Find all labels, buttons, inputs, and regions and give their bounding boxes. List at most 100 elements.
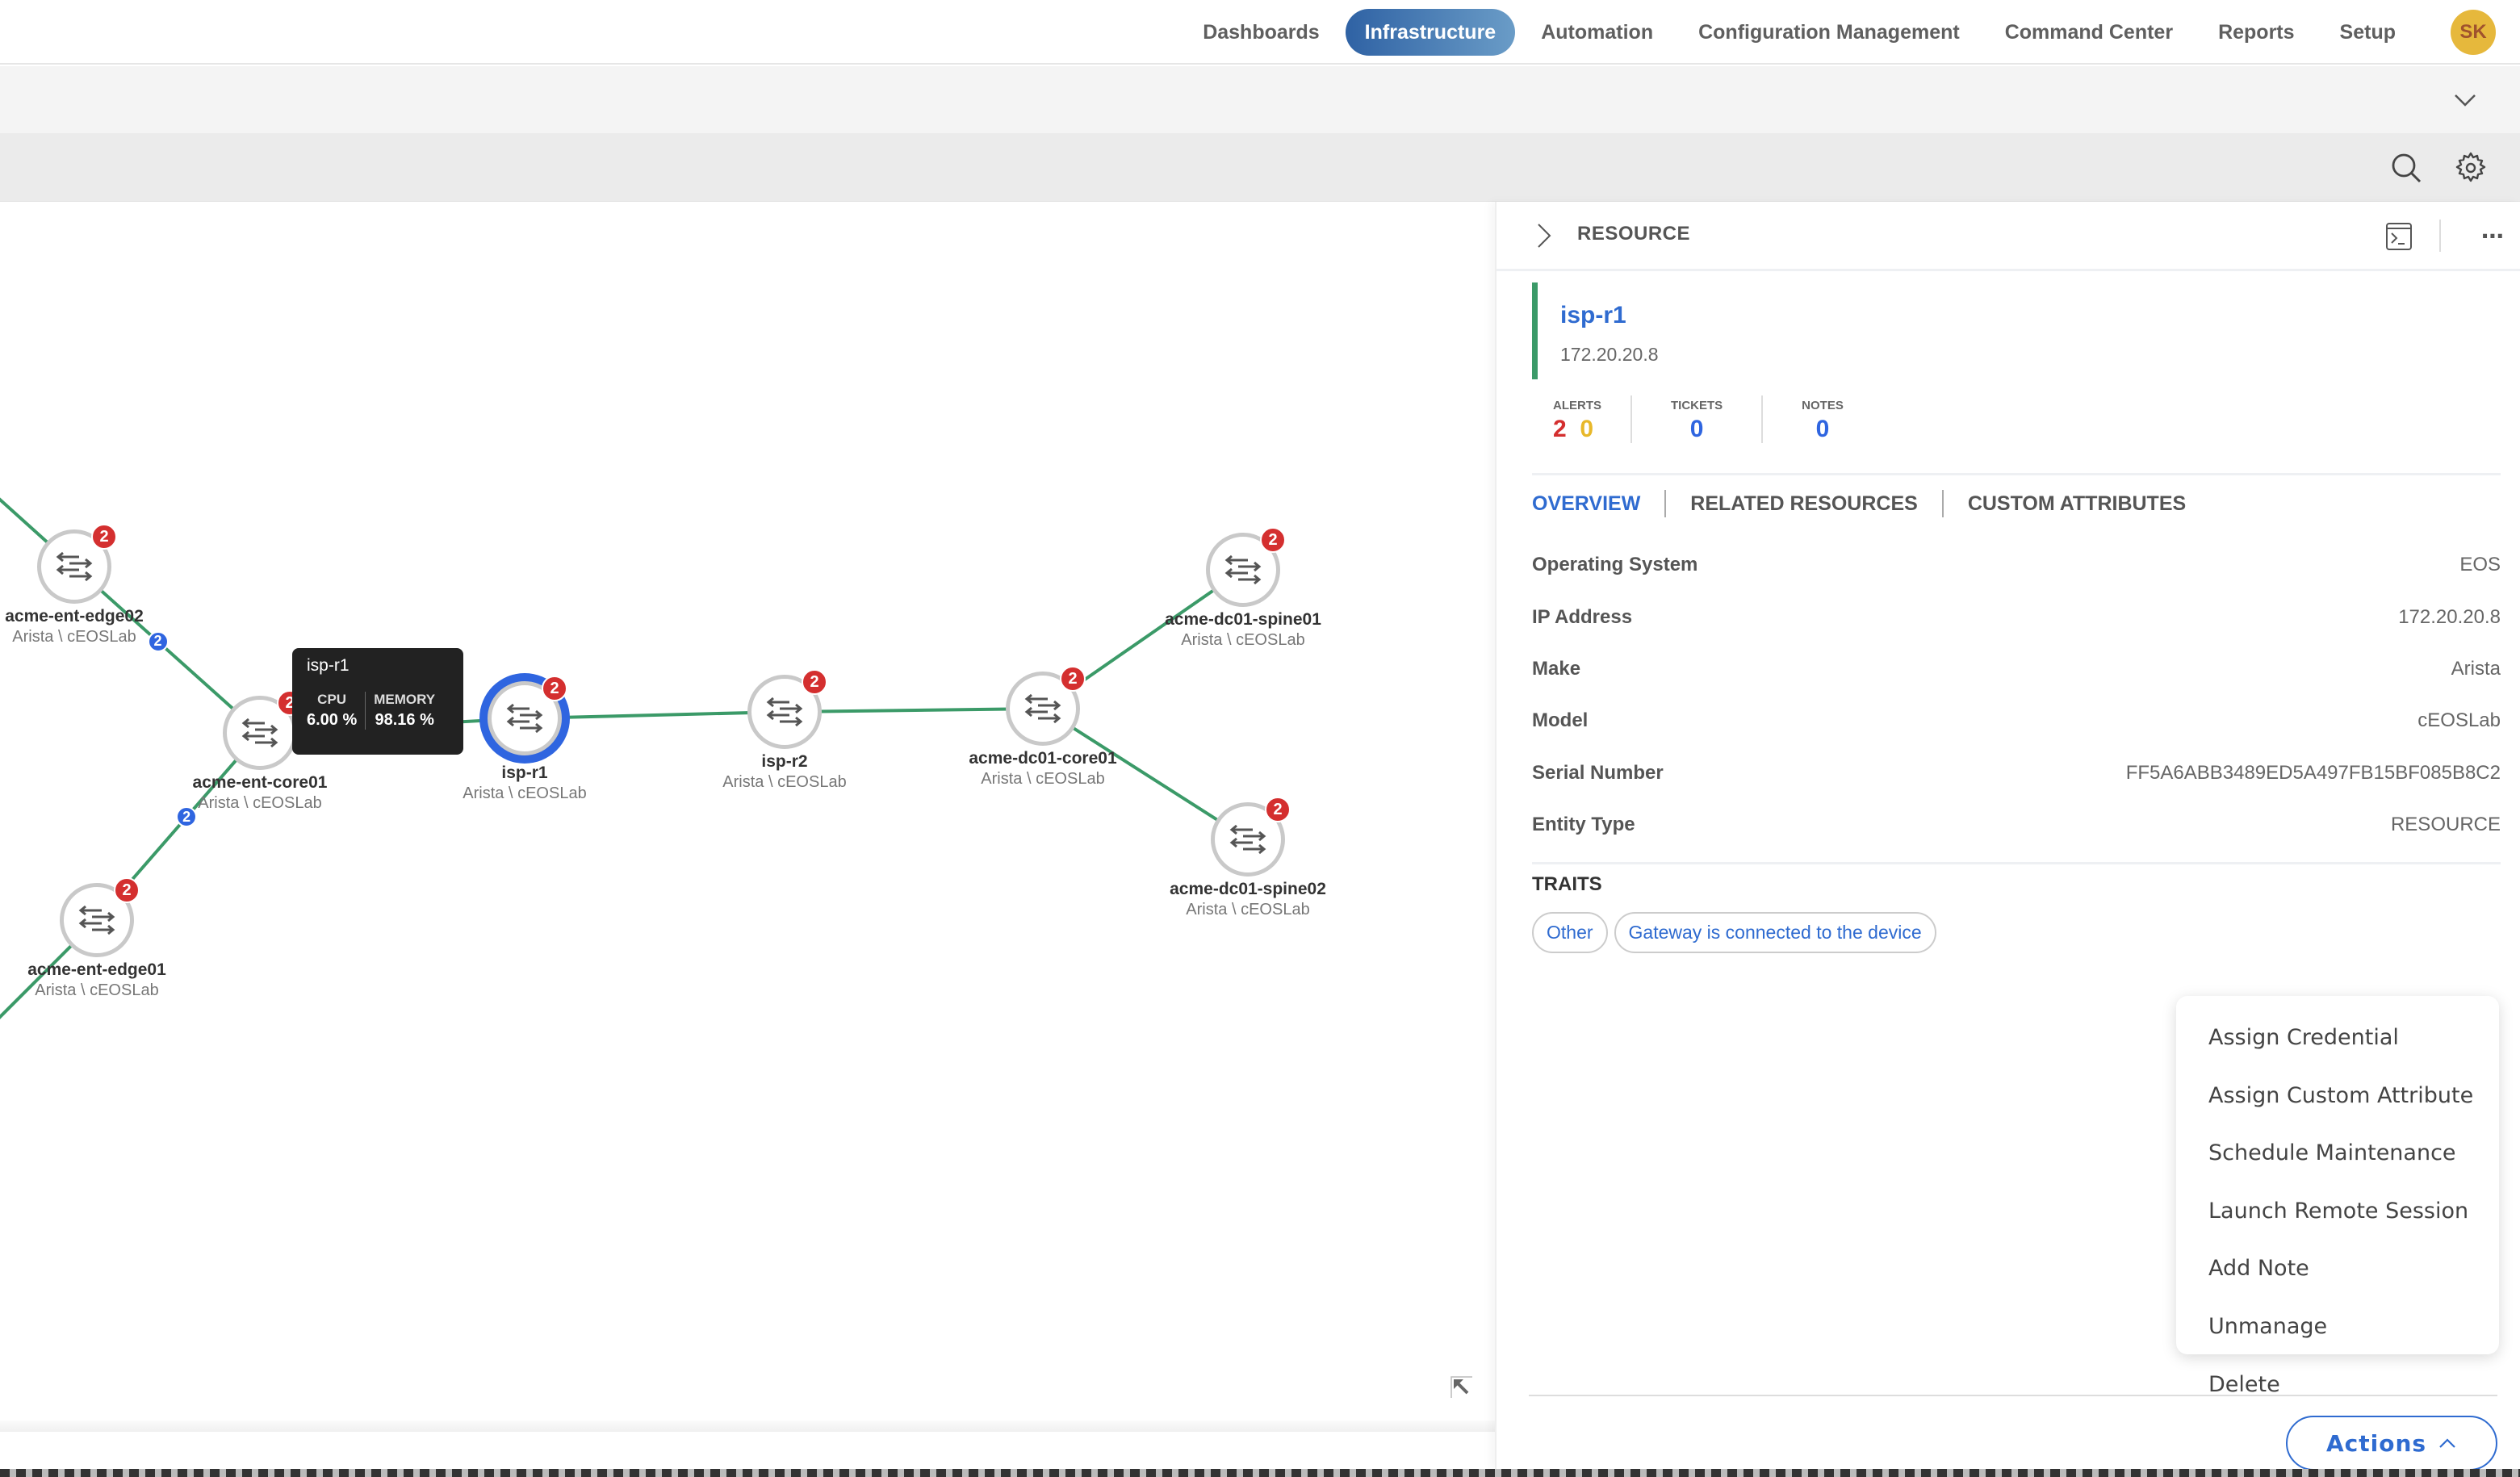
search-icon[interactable] <box>2389 151 2423 185</box>
node-vendor-model: Arista \ cEOSLab <box>722 773 847 791</box>
divider <box>1532 473 2501 475</box>
link-count-badge[interactable]: 2 <box>147 630 169 652</box>
panel-title: RESOURCE <box>1577 223 1691 245</box>
nav-dashboards[interactable]: Dashboards <box>1183 9 1338 56</box>
switch-icon <box>1024 693 1061 724</box>
bottom-border <box>0 1469 2520 1477</box>
terminal-icon[interactable] <box>2384 221 2413 252</box>
menu-item-assign-credential[interactable]: Assign Credential <box>2176 1009 2499 1067</box>
alert-count-badge: 2 <box>1265 797 1291 822</box>
notes-count: 0 <box>1815 416 1830 442</box>
topology-node-isp-r2[interactable]: 2 <box>747 669 827 749</box>
panel-tabs: OVERVIEW RELATED RESOURCES CUSTOM ATTRIB… <box>1532 487 2210 520</box>
topology-node-acme-dc01-core01[interactable]: 2 <box>1006 666 1086 746</box>
tooltip-title: isp-r1 <box>307 656 350 675</box>
property-key: Make <box>1532 657 1581 680</box>
tooltip-memory-value: 98.16 % <box>375 711 434 729</box>
menu-item-launch-remote-session[interactable]: Launch Remote Session <box>2176 1182 2499 1241</box>
node-label[interactable]: acme-ent-edge02 Arista \ cEOSLab <box>5 607 144 646</box>
topology-node-acme-ent-core01[interactable]: 2 <box>223 690 303 770</box>
alert-count-badge: 2 <box>1260 527 1286 553</box>
alert-count-badge: 2 <box>1060 666 1086 692</box>
menu-item-add-note[interactable]: Add Note <box>2176 1240 2499 1298</box>
topology-link[interactable] <box>524 710 785 720</box>
node-name: acme-ent-edge01 <box>27 960 166 979</box>
panel-header: RESOURCE ⋯ <box>1497 202 2520 271</box>
gear-icon[interactable] <box>2454 151 2488 185</box>
property-value: FF5A6ABB3489ED5A497FB15BF085B8C2 <box>2125 761 2501 784</box>
node-vendor-model: Arista \ cEOSLab <box>12 628 136 646</box>
nav-setup[interactable]: Setup <box>2321 9 2415 56</box>
node-tooltip: isp-r1 CPU 6.00 % MEMORY 98.16 % <box>292 648 463 755</box>
property-value: cEOSLab <box>2417 709 2501 732</box>
property-key: IP Address <box>1532 605 1633 628</box>
menu-item-delete[interactable]: Delete <box>2176 1356 2499 1414</box>
node-name: isp-r1 <box>501 764 548 782</box>
nav-command-center[interactable]: Command Center <box>1986 9 2192 56</box>
chevron-down-icon[interactable] <box>2449 84 2481 116</box>
switch-icon <box>56 551 93 582</box>
switch-icon <box>1224 554 1262 585</box>
node-name: acme-dc01-spine02 <box>1170 880 1326 898</box>
trait-chip[interactable]: Other <box>1532 912 1608 953</box>
nav-reports[interactable]: Reports <box>2199 9 2313 56</box>
node-label[interactable]: acme-dc01-spine01 Arista \ cEOSLab <box>1165 610 1321 650</box>
alert-count-badge: 2 <box>91 524 117 550</box>
node-label[interactable]: isp-r2 Arista \ cEOSLab <box>722 752 846 792</box>
node-name: acme-dc01-spine01 <box>1165 610 1321 629</box>
properties-list: Operating System EOS IP Address 172.20.20.… <box>1532 539 2501 851</box>
node-label[interactable]: acme-dc01-core01 Arista \ cEOSLab <box>969 749 1116 789</box>
node-label[interactable]: isp-r1 Arista \ cEOSLab <box>463 764 586 803</box>
tickets-stat[interactable]: TICKETS 0 <box>1630 395 1761 443</box>
chevron-right-icon[interactable] <box>1532 221 1556 250</box>
more-options-icon[interactable]: ⋯ <box>2481 223 2504 249</box>
switch-icon <box>1229 824 1266 855</box>
menu-item-unmanage[interactable]: Unmanage <box>2176 1298 2499 1356</box>
tab-custom-attributes[interactable]: CUSTOM ATTRIBUTES <box>1944 492 2210 516</box>
topology-canvas[interactable]: 2 acme-ent-edge02 Arista \ cEOSLab 2 acme-en… <box>0 202 1495 1421</box>
nav-automation[interactable]: Automation <box>1522 9 1672 56</box>
topology-node-acme-ent-edge02[interactable]: 2 <box>37 524 117 604</box>
trait-chip[interactable]: Gateway is connected to the device <box>1614 912 1936 953</box>
resource-name[interactable]: isp-r1 <box>1560 302 1659 329</box>
node-vendor-model: Arista \ cEOSLab <box>981 770 1105 788</box>
actions-button-label: Actions <box>2325 1429 2427 1457</box>
node-label[interactable]: acme-ent-core01 Arista \ cEOSLab <box>193 773 328 813</box>
alerts-critical-count: 2 <box>1553 416 1567 442</box>
alerts-label: ALERTS <box>1553 399 1601 412</box>
topology-node-isp-r1[interactable]: 2 <box>488 676 567 755</box>
node-name: isp-r2 <box>761 752 808 771</box>
collapse-arrow-icon[interactable] <box>1450 1375 1474 1400</box>
tab-related-resources[interactable]: RELATED RESOURCES <box>1666 492 1942 516</box>
resource-ip: 172.20.20.8 <box>1560 344 1659 365</box>
property-value: 172.20.20.8 <box>2398 605 2501 628</box>
property-value: EOS <box>2459 554 2501 576</box>
alerts-warning-count: 0 <box>1580 416 1594 442</box>
nav-infrastructure[interactable]: Infrastructure <box>1345 9 1516 56</box>
node-label[interactable]: acme-dc01-spine02 Arista \ cEOSLab <box>1170 880 1326 919</box>
tickets-count: 0 <box>1689 416 1704 442</box>
switch-icon <box>766 697 803 727</box>
node-vendor-model: Arista \ cEOSLab <box>35 981 159 999</box>
alert-count-badge: 2 <box>542 676 567 701</box>
traits-list: Other Gateway is connected to the device <box>1532 912 1936 953</box>
topology-link[interactable] <box>784 707 1044 713</box>
node-vendor-model: Arista \ cEOSLab <box>1186 901 1310 918</box>
menu-item-assign-custom-attribute[interactable]: Assign Custom Attribute <box>2176 1067 2499 1125</box>
property-value: Arista <box>2451 657 2501 680</box>
tab-overview[interactable]: OVERVIEW <box>1532 492 1664 516</box>
nav-configuration-management[interactable]: Configuration Management <box>1679 9 1979 56</box>
property-row: Make Arista <box>1532 643 2501 695</box>
topology-node-acme-ent-edge01[interactable]: 2 <box>60 877 140 957</box>
topology-node-acme-dc01-spine02[interactable]: 2 <box>1211 797 1291 877</box>
alerts-stat[interactable]: ALERTS 2 0 <box>1553 395 1630 443</box>
actions-button[interactable]: Actions <box>2286 1416 2497 1471</box>
switch-icon <box>241 718 278 748</box>
topology-node-acme-dc01-spine01[interactable]: 2 <box>1206 527 1286 607</box>
node-label[interactable]: acme-ent-edge01 Arista \ cEOSLab <box>27 960 166 1000</box>
node-vendor-model: Arista \ cEOSLab <box>463 785 587 802</box>
user-avatar[interactable]: SK <box>2451 10 2496 55</box>
alert-count-badge: 2 <box>802 669 827 695</box>
notes-stat[interactable]: NOTES 0 <box>1761 395 1882 443</box>
menu-item-schedule-maintenance[interactable]: Schedule Maintenance <box>2176 1124 2499 1182</box>
